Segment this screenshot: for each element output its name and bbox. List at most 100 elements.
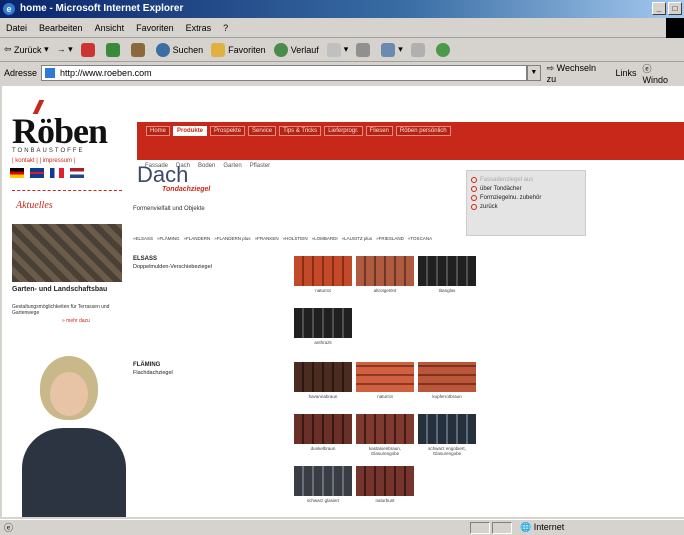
maximize-button[interactable]: □ <box>668 2 682 15</box>
tile-elsass-anthrazit[interactable] <box>294 308 352 338</box>
go-button[interactable]: ⇨ Wechseln zu <box>547 63 606 84</box>
address-input[interactable]: http://www.roeben.com <box>41 65 528 81</box>
product-name-flaeming: FLÄMING <box>133 362 161 368</box>
favorites-button[interactable]: Favoriten <box>211 42 266 57</box>
flag-fr-icon[interactable] <box>50 168 64 178</box>
nav-service[interactable]: Service <box>248 126 277 136</box>
windows-link[interactable]: ⓔ Windo <box>642 62 678 85</box>
nav-home[interactable]: Home <box>146 126 171 136</box>
tile-elsass-altrot[interactable] <box>356 256 414 286</box>
page-icon <box>45 68 56 78</box>
contact-imprint-links[interactable]: | kontakt | | impressum | <box>12 158 75 164</box>
address-bar: Adresse http://www.roeben.com ▼ ⇨ Wechse… <box>0 62 684 85</box>
model-link-friesland[interactable]: »FRIESLAND <box>376 236 404 241</box>
links-button[interactable]: Links <box>615 68 636 78</box>
main-nav: Home Produkte Prospekte Service Tips & T… <box>146 126 451 136</box>
address-url: http://www.roeben.com <box>60 68 152 78</box>
tile-flaeming-havannabraun[interactable] <box>294 362 352 392</box>
info-item: Fassadenziegel aus <box>471 177 581 183</box>
page-description: Formenvielfalt und Objekte <box>133 206 205 212</box>
discuss-button[interactable] <box>410 42 428 57</box>
home-button[interactable] <box>130 42 148 57</box>
home-icon <box>130 42 145 57</box>
history-button[interactable]: Verlauf <box>273 42 319 57</box>
messenger-icon <box>435 42 450 57</box>
edit-icon <box>381 42 396 57</box>
tile-flaeming-naturbunt[interactable] <box>356 466 414 496</box>
windows-link-label: Windo <box>642 74 668 85</box>
info-item-label: Formziegelnu. zubehör <box>480 195 542 201</box>
zone-label: Internet <box>533 522 565 532</box>
model-links: »ELSASS »FLÄMING »FLANDERN »FLANDERN plu… <box>133 236 432 241</box>
model-link-holstein[interactable]: »HOLSTEIN <box>283 236 308 241</box>
tile-caption: naturbunt <box>375 498 395 503</box>
bullet-icon <box>471 177 477 183</box>
mail-button[interactable]: ▾ <box>326 42 348 57</box>
photo-face <box>50 372 88 416</box>
nav-lieferprogramm[interactable]: Lieferprogr. <box>324 126 363 136</box>
subnav-pflaster[interactable]: Pflaster <box>250 160 270 172</box>
tile-flaeming-schwarz-engobiert[interactable] <box>418 414 476 444</box>
back-button[interactable]: ⇦ Zurück ▾ <box>4 44 49 55</box>
nav-persoenlich[interactable]: Röben persönlich <box>395 126 451 136</box>
subnav-garten[interactable]: Garten <box>223 160 241 172</box>
menu-help[interactable]: ? <box>223 18 228 37</box>
flag-de-icon[interactable] <box>10 168 24 178</box>
menu-favoriten[interactable]: Favoriten <box>136 18 174 37</box>
forward-button[interactable]: → ▾ <box>57 44 73 55</box>
menu-extras[interactable]: Extras <box>186 18 212 37</box>
minimize-button[interactable]: _ <box>652 2 666 15</box>
info-link-formziegel[interactable]: Formziegelnu. zubehör <box>471 195 581 201</box>
stop-button[interactable] <box>80 42 98 57</box>
info-link-tondaecher[interactable]: über Tondächer <box>471 186 581 192</box>
messenger-button[interactable] <box>435 42 453 57</box>
subnav-boden[interactable]: Boden <box>198 160 215 172</box>
tile-flaeming-schwarz-glasiert[interactable] <box>294 466 352 496</box>
model-link-toscana[interactable]: »TOSCANA <box>408 236 432 241</box>
nav-tips[interactable]: Tips & Tricks <box>279 126 322 136</box>
tile-flaeming-naturrot[interactable] <box>356 362 414 392</box>
refresh-button[interactable] <box>105 42 123 57</box>
edit-button[interactable]: ▾ <box>381 42 403 57</box>
print-button[interactable] <box>356 42 373 57</box>
mail-icon <box>326 42 341 57</box>
windows-link-icon: ⓔ <box>642 63 652 74</box>
back-arrow-icon: ⇦ <box>4 44 15 54</box>
model-link-flandern[interactable]: »FLANDERN <box>184 236 211 241</box>
tile-flaeming-dunkelbraun[interactable] <box>294 414 352 444</box>
tile-flaeming-kupferrotbraun[interactable] <box>418 362 476 392</box>
flag-uk-icon[interactable] <box>30 168 44 178</box>
back-label: Zurück <box>14 44 42 55</box>
tile-flaeming-kastanienbraun[interactable] <box>356 414 414 444</box>
tile-caption: kupferrotbraun <box>432 394 462 399</box>
news-more-link[interactable]: » mehr dazu <box>62 318 90 324</box>
search-button[interactable]: Suchen <box>155 42 203 57</box>
tile-caption: havannabraun <box>308 394 338 399</box>
status-page-icon: ⓔ <box>4 523 14 533</box>
menu-datei[interactable]: Datei <box>6 18 27 37</box>
address-label: Adresse <box>4 68 38 78</box>
tile-elsass-naturrot[interactable] <box>294 256 352 286</box>
address-dropdown[interactable]: ▼ <box>527 65 541 81</box>
model-link-elsass[interactable]: »ELSASS <box>133 236 153 241</box>
model-link-lombardi[interactable]: »LOMBARDI <box>312 236 338 241</box>
menu-bearbeiten[interactable]: Bearbeiten <box>39 18 83 37</box>
nav-prospekte[interactable]: Prospekte <box>210 126 246 136</box>
model-link-lausitz-plus[interactable]: »LAUSITZ plus <box>342 236 373 241</box>
flag-nl-icon[interactable] <box>70 168 84 178</box>
nav-fliesen[interactable]: Fliesen <box>365 126 393 136</box>
tile-elsass-titanglas[interactable] <box>418 256 476 286</box>
tile-caption: naturrot <box>377 394 393 399</box>
news-image[interactable] <box>12 224 122 282</box>
menu-ansicht[interactable]: Ansicht <box>95 18 125 37</box>
model-link-flaeming[interactable]: »FLÄMING <box>157 236 180 241</box>
info-link-zurueck[interactable]: zurück <box>471 204 581 210</box>
status-cell <box>470 522 490 534</box>
nav-produkte[interactable]: Produkte <box>173 126 208 136</box>
model-link-flandern-plus[interactable]: »FLANDERN plus <box>214 236 250 241</box>
security-zone: 🌐 Internet <box>520 522 564 533</box>
search-icon <box>155 42 170 57</box>
history-label: Verlauf <box>290 44 319 55</box>
model-link-franken[interactable]: »FRANKEN <box>255 236 279 241</box>
site-logo[interactable]: Röben <box>12 110 108 152</box>
